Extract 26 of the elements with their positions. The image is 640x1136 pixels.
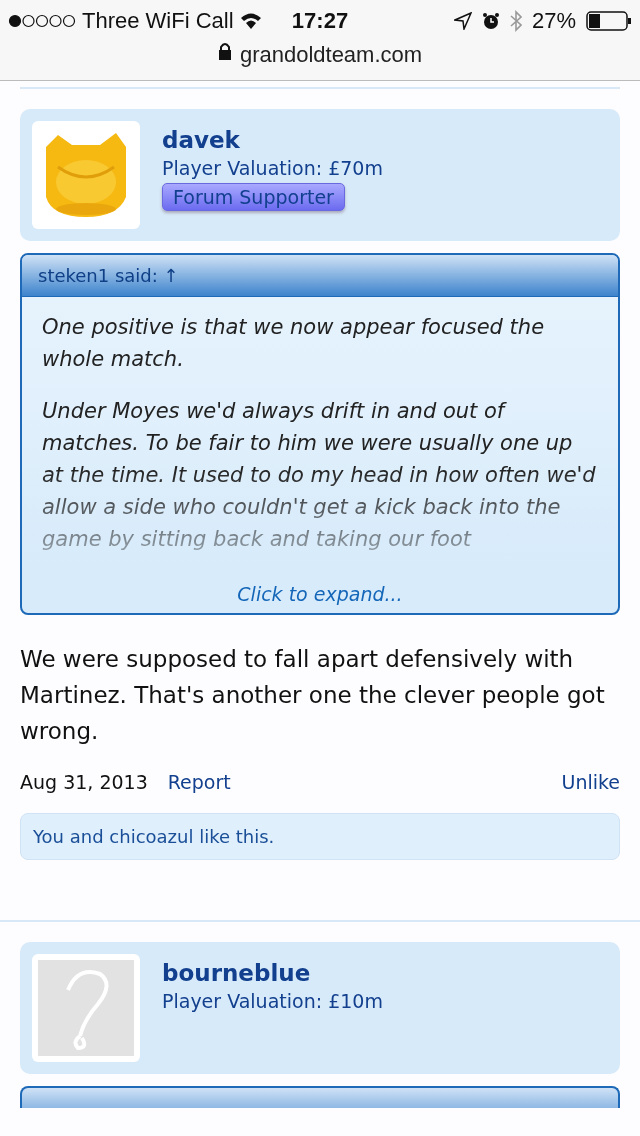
username[interactable]: davek xyxy=(162,127,383,153)
carrier-name: Three WiFi Call xyxy=(82,8,234,34)
expand-link[interactable]: Click to expand... xyxy=(22,579,618,613)
unlike-link[interactable]: Unlike xyxy=(561,771,620,793)
location-arrow-icon xyxy=(453,12,472,30)
lock-icon xyxy=(217,42,232,60)
quote-text: One positive is that we now appear focused the whole match. xyxy=(42,314,546,373)
clock-time: 17:27 xyxy=(291,8,349,34)
quote-author[interactable]: steken1 said: ↑ xyxy=(22,255,618,297)
bluetooth-icon xyxy=(509,10,522,32)
report-link[interactable]: Report xyxy=(167,771,231,793)
signal-icon xyxy=(8,14,76,28)
player-valuation: Player Valuation: £10m xyxy=(162,990,383,1012)
url-address[interactable]: grandoldteam.com xyxy=(239,42,423,68)
player-valuation: Player Valuation: £70m xyxy=(162,157,383,179)
user-badge: Forum Supporter xyxy=(162,183,345,211)
likes-summary: You and chicoazul like this. xyxy=(20,813,620,860)
question-mark-icon xyxy=(38,960,134,1056)
alarm-clock-icon xyxy=(481,12,500,30)
post-message: We were supposed to fall apart defensively with Martinez. That's another one the clever people got wrong. xyxy=(20,645,606,746)
quote-text: Under Moyes we'd always drift in and out of matches. To be fair to him we were usually one up at the time. It used to do my head in how often we'd allow a side who couldn't get a kick back into the game by sitting back and taking our foot xyxy=(42,398,597,553)
wifi-icon xyxy=(239,12,262,30)
battery-icon xyxy=(586,11,632,31)
post-date: Aug 31, 2013 xyxy=(20,771,148,793)
username[interactable]: bourneblue xyxy=(162,960,383,986)
battery-percentage: 27% xyxy=(531,8,576,34)
